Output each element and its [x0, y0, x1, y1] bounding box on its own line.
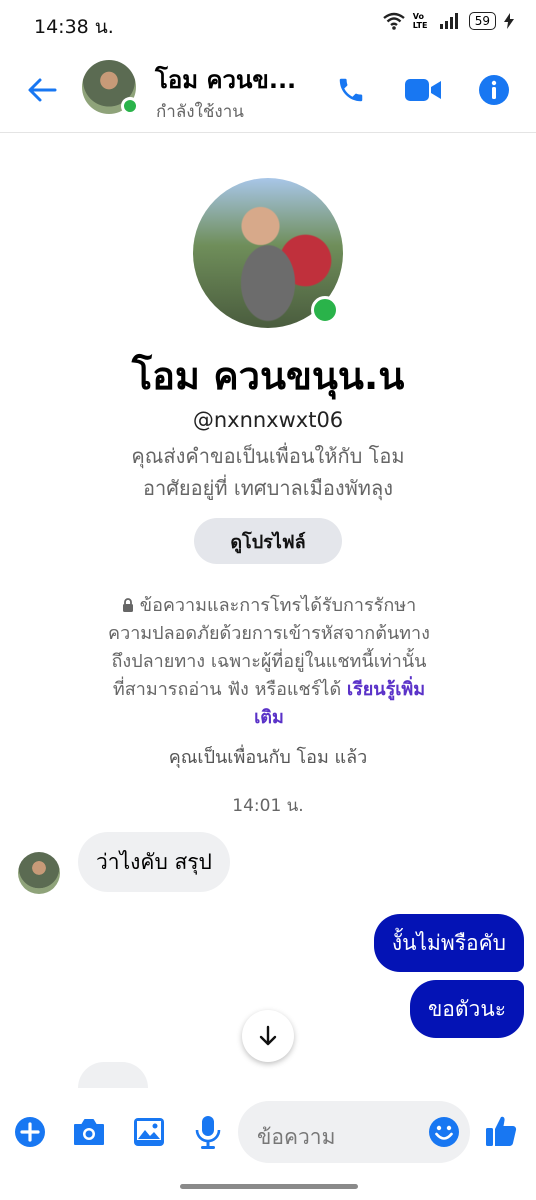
friend-request-note: คุณส่งคำขอเป็นเพื่อนให้กับ โอม [131, 444, 405, 468]
view-profile-button[interactable]: ดูโปรไฟล์ [194, 518, 342, 564]
outgoing-message[interactable]: งั้นไม่พรือคับ [373, 914, 524, 972]
gallery-button[interactable] [130, 1114, 168, 1150]
message-input-placeholder: ข้อความ [257, 1125, 336, 1149]
sender-avatar[interactable] [18, 852, 60, 894]
outgoing-message[interactable]: ขอตัวนะ [409, 980, 524, 1038]
header-avatar[interactable] [82, 60, 139, 115]
encryption-text-line2: ความปลอดภัยด้วยการเข้ารหัสจากต้นทาง [108, 623, 430, 644]
chat-header: โอม ควนข... กำลังใช้งาน [0, 46, 536, 133]
charging-icon [504, 13, 514, 29]
camera-icon [74, 1119, 104, 1145]
video-call-button[interactable] [402, 72, 444, 108]
incoming-message[interactable]: ว่าไงคับ สรุป [78, 832, 230, 892]
plus-circle-icon [15, 1117, 45, 1147]
encryption-notice: ข้อความและการโทรได้รับการรักษา ความปลอดภ… [84, 592, 454, 732]
learn-more-link[interactable]: เรียนรู้เพิ่ม [347, 679, 425, 700]
microphone-icon [195, 1116, 221, 1149]
location-note: อาศัยอยู่ที่ เทศบาลเมืองพัทลุง [142, 476, 393, 500]
profile-name: โอม ควนขนุน.น [131, 354, 405, 398]
status-bar: 14:38 น. Vo LTE 59 [0, 0, 536, 46]
profile-username: @nxnnxwxt06 [192, 408, 344, 432]
encryption-text-line1: ข้อความและการโทรได้รับการรักษา [139, 595, 417, 616]
online-status-dot [121, 97, 139, 115]
battery-icon: 59 [468, 12, 496, 30]
camera-button[interactable] [70, 1114, 108, 1150]
friends-status-note: คุณเป็นเพื่อนกับ โอม แล้ว [168, 747, 368, 768]
contact-name[interactable]: โอม ควนข... [155, 60, 296, 99]
learn-more-link-continued[interactable]: เติม [84, 704, 454, 732]
info-button[interactable] [476, 72, 512, 108]
back-arrow-icon [28, 78, 57, 102]
active-status: กำลังใช้งาน [156, 102, 244, 122]
encryption-text-line3: ถึงปลายทาง เฉพาะผู้ที่อยู่ในแชทนี้เท่านั… [111, 651, 427, 672]
emoji-button[interactable] [426, 1114, 462, 1150]
more-actions-button[interactable] [12, 1114, 48, 1150]
arrow-down-icon [259, 1025, 277, 1046]
emoji-smile-icon [429, 1117, 459, 1147]
signal-icon [439, 13, 458, 29]
phone-icon [339, 78, 363, 102]
info-icon [479, 75, 509, 105]
home-indicator [180, 1184, 358, 1189]
encryption-text-line4: ที่สามารถอ่าน ฟัง หรือแชร์ได้ [112, 679, 342, 700]
status-time: 14:38 น. [34, 16, 114, 38]
scroll-to-bottom-button[interactable] [242, 1010, 294, 1062]
incoming-message-partial [78, 1062, 148, 1090]
message-timestamp: 14:01 น. [232, 796, 304, 816]
profile-avatar[interactable] [193, 178, 343, 328]
video-camera-icon [405, 79, 441, 101]
voice-call-button[interactable] [332, 72, 370, 108]
back-button[interactable] [22, 70, 62, 110]
volte-icon: Vo LTE [412, 12, 428, 30]
thumbs-up-icon [486, 1116, 517, 1146]
online-status-dot [311, 296, 339, 324]
voice-message-button[interactable] [190, 1112, 226, 1152]
lock-icon [122, 598, 133, 612]
wifi-icon [382, 12, 405, 30]
status-icons: Vo LTE 59 [382, 12, 514, 30]
image-icon [134, 1118, 164, 1146]
like-button[interactable] [482, 1112, 520, 1150]
